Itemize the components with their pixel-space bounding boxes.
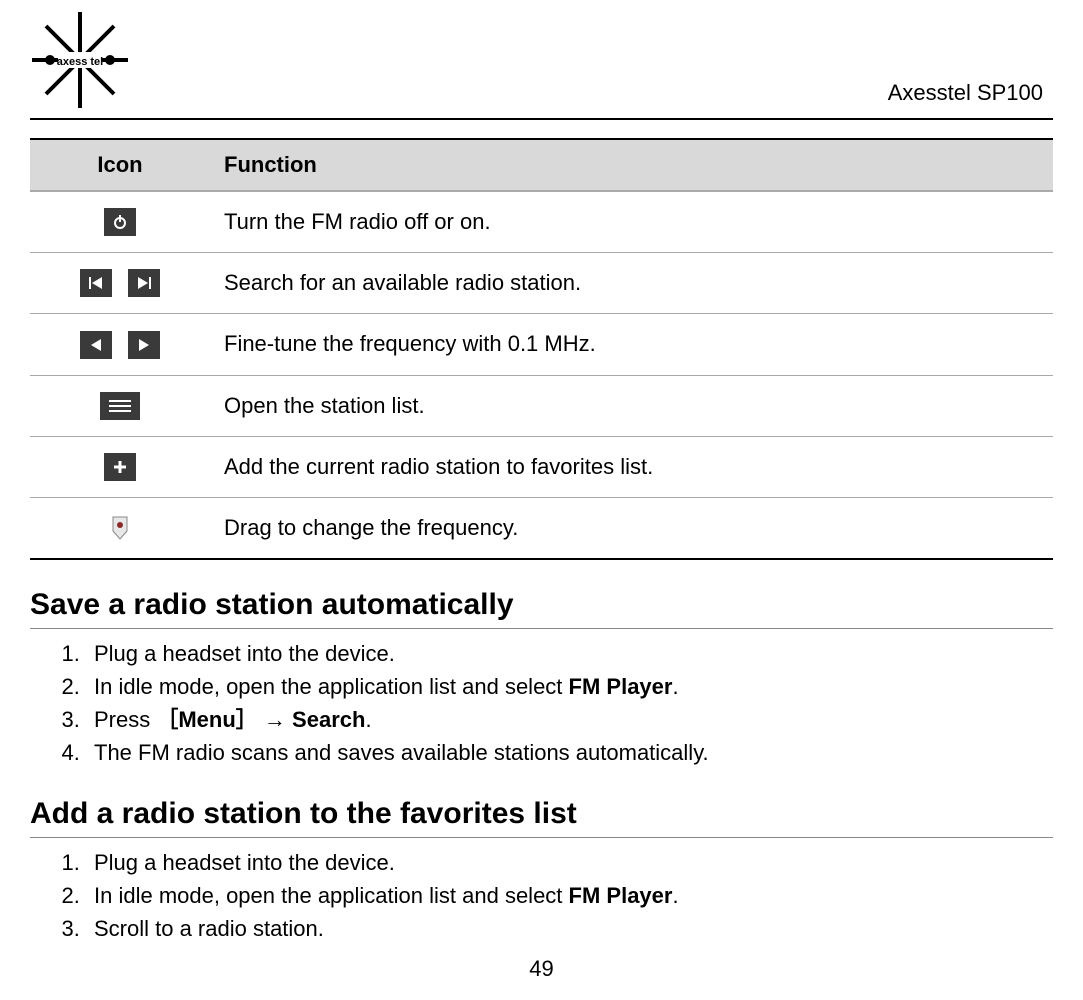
step-text: In idle mode, open the application list … [94, 674, 569, 699]
table-cell-function: Turn the FM radio off or on. [210, 191, 1053, 253]
tune-down-icon [80, 331, 112, 359]
list-item: Plug a headset into the device. [86, 846, 1053, 879]
step-text: Plug a headset into the device. [94, 850, 395, 875]
step-text: Press [94, 707, 156, 732]
step-text: . [672, 674, 678, 699]
tune-up-icon [128, 331, 160, 359]
step-text: In idle mode, open the application list … [94, 883, 569, 908]
list-item: Plug a headset into the device. [86, 637, 1053, 670]
table-row: Fine-tune the frequency with 0.1 MHz. [30, 314, 1053, 375]
next-seek-icon [128, 269, 160, 297]
step-text: . [672, 883, 678, 908]
section-heading-save: Save a radio station automatically [30, 588, 1053, 629]
step-text: → [258, 707, 292, 732]
step-text-bold: ［Menu］ [156, 707, 257, 732]
step-text: Scroll to a radio station. [94, 916, 324, 941]
list-item: Press ［Menu］ → Search. [86, 703, 1053, 736]
list-item: The FM radio scans and saves available s… [86, 736, 1053, 769]
table-row: Add the current radio station to favorit… [30, 436, 1053, 497]
step-text: Plug a headset into the device. [94, 641, 395, 666]
step-text: . [365, 707, 371, 732]
table-cell-function: Drag to change the frequency. [210, 497, 1053, 559]
list-item: In idle mode, open the application list … [86, 670, 1053, 703]
table-row: Search for an available radio station. [30, 253, 1053, 314]
prev-seek-icon [80, 269, 112, 297]
logo-text: axess tel [57, 56, 103, 68]
table-header-icon: Icon [30, 139, 210, 191]
page-number: 49 [0, 956, 1083, 982]
table-header-function: Function [210, 139, 1053, 191]
table-cell-function: Open the station list. [210, 375, 1053, 436]
step-text-bold: Search [292, 707, 365, 732]
list-item: Scroll to a radio station. [86, 912, 1053, 945]
step-text-bold: FM Player [569, 883, 673, 908]
power-icon [104, 208, 136, 236]
list-icon [100, 392, 140, 420]
document-page: axess tel Axesstel SP100 Icon Function T… [0, 0, 1083, 945]
table-cell-function: Search for an available radio station. [210, 253, 1053, 314]
page-header: axess tel Axesstel SP100 [30, 10, 1053, 120]
steps-save-station: Plug a headset into the device. In idle … [30, 637, 1053, 769]
brand-logo: axess tel [30, 10, 130, 110]
icon-function-table: Icon Function Turn the FM radio off or o… [30, 138, 1053, 560]
drag-slider-icon [110, 514, 130, 542]
table-row: Turn the FM radio off or on. [30, 191, 1053, 253]
table-cell-function: Add the current radio station to favorit… [210, 436, 1053, 497]
section-heading-favorites: Add a radio station to the favorites lis… [30, 797, 1053, 838]
add-favorite-icon [104, 453, 136, 481]
table-row: Open the station list. [30, 375, 1053, 436]
list-item: In idle mode, open the application list … [86, 879, 1053, 912]
table-row: Drag to change the frequency. [30, 497, 1053, 559]
step-text-bold: FM Player [569, 674, 673, 699]
steps-add-favorite: Plug a headset into the device. In idle … [30, 846, 1053, 945]
product-model: Axesstel SP100 [888, 80, 1053, 110]
step-text: The FM radio scans and saves available s… [94, 740, 709, 765]
table-cell-function: Fine-tune the frequency with 0.1 MHz. [210, 314, 1053, 375]
